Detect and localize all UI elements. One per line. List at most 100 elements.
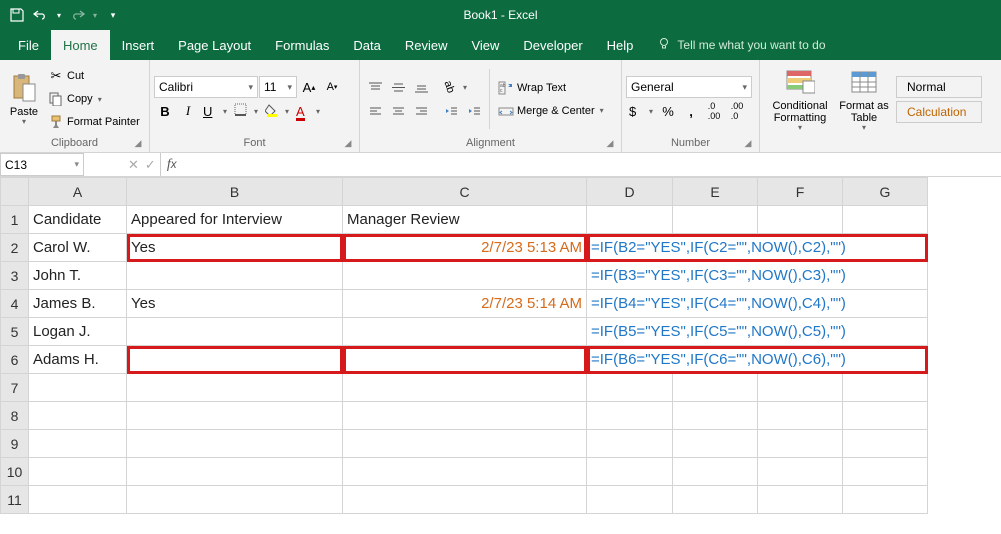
cell-A1[interactable]: Candidate — [29, 206, 127, 234]
enter-icon[interactable]: ✓ — [145, 157, 156, 173]
row-header-7[interactable]: 7 — [1, 374, 29, 402]
style-normal[interactable]: Normal — [896, 76, 982, 98]
cell-D6[interactable]: =IF(B6="YES",IF(C6="",NOW(),C6),"") — [587, 346, 928, 374]
align-bottom-button[interactable] — [410, 76, 432, 98]
style-calculation[interactable]: Calculation — [896, 101, 982, 123]
decrease-font-button[interactable]: A▾ — [321, 76, 343, 98]
conditional-formatting-button[interactable]: Conditional Formatting▾ — [764, 64, 836, 134]
increase-decimal-button[interactable]: .0.00 — [703, 100, 725, 122]
fx-icon[interactable]: fx — [161, 153, 183, 176]
cell-D3[interactable]: =IF(B3="YES",IF(C3="",NOW(),C3),"") — [587, 262, 928, 290]
tellme-search[interactable]: Tell me what you want to do — [645, 37, 837, 54]
cell-A4[interactable]: James B. — [29, 290, 127, 318]
row-header-6[interactable]: 6 — [1, 346, 29, 374]
font-name-select[interactable]: Calibri — [154, 76, 258, 98]
qat-customize[interactable]: ▾ — [102, 4, 124, 26]
row-header-2[interactable]: 2 — [1, 234, 29, 262]
row-header-4[interactable]: 4 — [1, 290, 29, 318]
cell-A6[interactable]: Adams H. — [29, 346, 127, 374]
row-header-8[interactable]: 8 — [1, 402, 29, 430]
cell-A7[interactable] — [29, 374, 127, 402]
tab-developer[interactable]: Developer — [511, 30, 594, 60]
decrease-indent-button[interactable] — [440, 100, 462, 122]
align-middle-button[interactable] — [387, 76, 409, 98]
cell-D1[interactable] — [587, 206, 673, 234]
currency-button[interactable]: $ — [626, 100, 656, 122]
row-header-11[interactable]: 11 — [1, 486, 29, 514]
redo-button[interactable] — [66, 4, 88, 26]
cell-B6[interactable] — [127, 346, 343, 374]
col-header-D[interactable]: D — [587, 178, 673, 206]
tab-formulas[interactable]: Formulas — [263, 30, 341, 60]
align-center-button[interactable] — [387, 100, 409, 122]
increase-indent-button[interactable] — [463, 100, 485, 122]
alignment-launcher[interactable]: ◢ — [605, 138, 615, 148]
tab-file[interactable]: File — [6, 30, 51, 60]
row-header-5[interactable]: 5 — [1, 318, 29, 346]
cell-B1[interactable]: Appeared for Interview — [127, 206, 343, 234]
cell-C1[interactable]: Manager Review — [343, 206, 587, 234]
col-header-A[interactable]: A — [29, 178, 127, 206]
cell-A3[interactable]: John T. — [29, 262, 127, 290]
cell-B5[interactable] — [127, 318, 343, 346]
cell-B3[interactable] — [127, 262, 343, 290]
cell-D4[interactable]: =IF(B4="YES",IF(C4="",NOW(),C4),"") — [587, 290, 928, 318]
row-header-1[interactable]: 1 — [1, 206, 29, 234]
border-button[interactable] — [231, 100, 261, 122]
bold-button[interactable]: B — [154, 100, 176, 122]
redo-dropdown[interactable]: ▾ — [90, 4, 100, 26]
col-header-F[interactable]: F — [758, 178, 843, 206]
format-as-table-button[interactable]: Format as Table▾ — [836, 64, 892, 134]
wrap-text-button[interactable]: abcWrap Text — [494, 77, 608, 99]
col-header-B[interactable]: B — [127, 178, 343, 206]
cell-F1[interactable] — [758, 206, 843, 234]
cell-G1[interactable] — [843, 206, 928, 234]
orientation-button[interactable]: ab — [440, 76, 470, 98]
col-header-E[interactable]: E — [673, 178, 758, 206]
cell-C3[interactable] — [343, 262, 587, 290]
row-header-10[interactable]: 10 — [1, 458, 29, 486]
font-size-select[interactable]: 11 — [259, 76, 297, 98]
cell-D5[interactable]: =IF(B5="YES",IF(C5="",NOW(),C5),"") — [587, 318, 928, 346]
tab-home[interactable]: Home — [51, 30, 110, 60]
name-box[interactable]: C13 — [0, 153, 84, 176]
tab-review[interactable]: Review — [393, 30, 460, 60]
cell-C4[interactable]: 2/7/23 5:14 AM — [343, 290, 587, 318]
cell-C6[interactable] — [343, 346, 587, 374]
row-header-9[interactable]: 9 — [1, 430, 29, 458]
undo-button[interactable] — [30, 4, 52, 26]
underline-button[interactable]: U — [200, 100, 230, 122]
save-button[interactable] — [6, 4, 28, 26]
percent-button[interactable]: % — [657, 100, 679, 122]
col-header-G[interactable]: G — [843, 178, 928, 206]
comma-button[interactable]: , — [680, 100, 702, 122]
cell-E1[interactable] — [673, 206, 758, 234]
align-top-button[interactable] — [364, 76, 386, 98]
select-all-corner[interactable] — [1, 178, 29, 206]
tab-data[interactable]: Data — [341, 30, 392, 60]
cell-B2[interactable]: Yes — [127, 234, 343, 262]
fill-color-button[interactable] — [262, 100, 292, 122]
cell-C5[interactable] — [343, 318, 587, 346]
tab-view[interactable]: View — [459, 30, 511, 60]
col-header-C[interactable]: C — [343, 178, 587, 206]
font-launcher[interactable]: ◢ — [343, 138, 353, 148]
paste-button[interactable]: Paste ▾ — [4, 64, 44, 134]
decrease-decimal-button[interactable]: .00.0 — [726, 100, 748, 122]
cell-A5[interactable]: Logan J. — [29, 318, 127, 346]
cell-B4[interactable]: Yes — [127, 290, 343, 318]
cancel-icon[interactable]: ✕ — [128, 157, 139, 173]
tab-help[interactable]: Help — [595, 30, 646, 60]
tab-insert[interactable]: Insert — [110, 30, 167, 60]
copy-button[interactable]: Copy▾ — [44, 88, 144, 110]
format-painter-button[interactable]: Format Painter — [44, 111, 144, 133]
font-color-button[interactable]: A — [293, 100, 323, 122]
increase-font-button[interactable]: A▴ — [298, 76, 320, 98]
align-left-button[interactable] — [364, 100, 386, 122]
number-format-select[interactable]: General — [626, 76, 752, 98]
align-right-button[interactable] — [410, 100, 432, 122]
tab-page-layout[interactable]: Page Layout — [166, 30, 263, 60]
merge-center-button[interactable]: Merge & Center▾ — [494, 100, 608, 122]
cell-A2[interactable]: Carol W. — [29, 234, 127, 262]
number-launcher[interactable]: ◢ — [743, 138, 753, 148]
